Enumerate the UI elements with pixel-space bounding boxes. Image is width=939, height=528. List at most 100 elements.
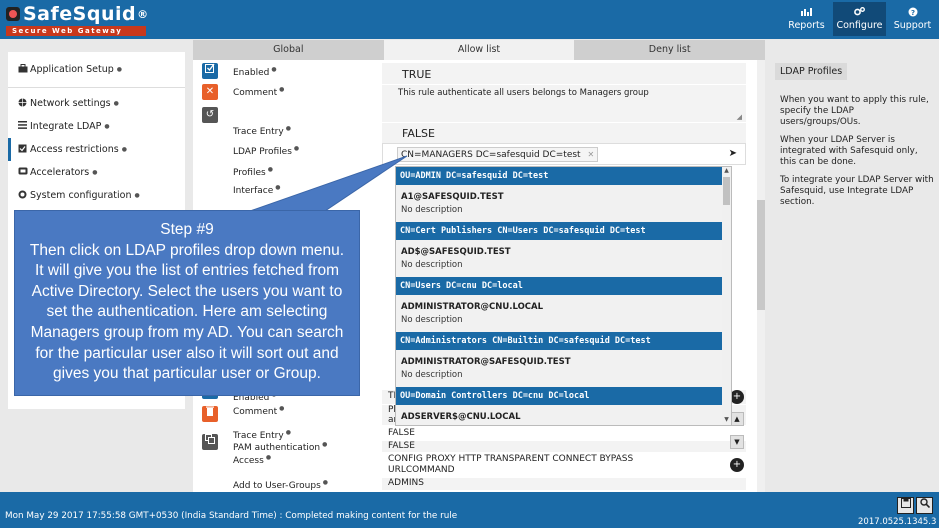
scroll-down-arrow-icon[interactable]: ▼	[722, 416, 731, 425]
delete-rule-button[interactable]	[202, 406, 218, 422]
dropdown-option[interactable]: ADMINISTRATOR@CNU.LOCAL No description	[396, 295, 731, 332]
scroll-up-arrow-icon[interactable]: ▲	[722, 167, 731, 176]
add-user-groups-field[interactable]: ADMINS	[382, 478, 746, 490]
option-name: ADMINISTRATOR@SAFESQUID.TEST	[401, 357, 571, 367]
sidebar-item-access-restrictions[interactable]: Access restrictions ●	[8, 138, 185, 161]
sidebar-item-system-configuration[interactable]: System configuration ●	[8, 184, 185, 207]
top-bar: SafeSquid ® Secure Web Gateway Reports C…	[0, 0, 939, 39]
option-name: ADMINISTRATOR@CNU.LOCAL	[401, 302, 544, 312]
trace-entry-field-2[interactable]: FALSE	[382, 428, 746, 439]
tab-deny-list[interactable]: Deny list	[574, 40, 766, 60]
ldap-profiles-label: LDAP Profiles ●	[233, 145, 300, 157]
pam-authentication-field[interactable]: FALSE	[382, 441, 746, 452]
option-name: ADSERVER$@CNU.LOCAL	[401, 412, 521, 422]
info-icon[interactable]: ●	[92, 169, 97, 176]
help-panel: LDAP Profiles When you want to apply thi…	[766, 52, 939, 492]
add-access-button[interactable]: +	[730, 458, 744, 472]
save-icon	[900, 498, 911, 508]
add-circle-button[interactable]: +	[730, 390, 744, 404]
nav-configure-label: Configure	[836, 20, 883, 31]
resize-handle-icon[interactable]: ◢	[737, 113, 742, 121]
add-user-groups-label: Add to User-Groups ●	[233, 479, 329, 491]
trace-entry-value-2: FALSE	[388, 428, 415, 438]
svg-text:?: ?	[910, 9, 914, 17]
dropdown-group-header: CN=Users DC=cnu DC=local	[396, 277, 731, 295]
copy-rule-button[interactable]	[202, 434, 218, 450]
globe-icon	[18, 98, 30, 110]
search-button[interactable]	[916, 497, 933, 514]
option-name: A1@SAFESQUID.TEST	[401, 192, 504, 202]
access-value-line1: CONFIG PROXY HTTP TRANSPARENT CONNECT BY…	[388, 454, 634, 464]
ldap-profile-chip[interactable]: CN=MANAGERS DC=safesquid DC=test ✕	[397, 147, 599, 162]
ldap-profiles-dropdown[interactable]: OU=ADMIN DC=safesquid DC=test A1@SAFESQU…	[395, 166, 732, 426]
nav-support-label: Support	[893, 20, 932, 31]
checkbox-icon	[18, 144, 30, 156]
chip-remove-icon[interactable]: ✕	[587, 150, 594, 159]
undo-icon: ↺	[205, 109, 215, 120]
tutorial-callout: Step #9 Then click on LDAP profiles drop…	[14, 210, 360, 396]
profiles-label: Profiles ●	[233, 166, 273, 178]
pam-authentication-value: FALSE	[388, 441, 415, 451]
send-icon[interactable]: ➤	[729, 148, 737, 159]
info-icon[interactable]: ●	[104, 123, 109, 130]
close-rule-button[interactable]: ✕	[202, 84, 218, 100]
nav-configure[interactable]: Configure	[833, 2, 886, 36]
enabled-label: Enabled ●	[233, 66, 277, 78]
dropdown-option[interactable]: AD$@SAFESQUID.TEST No description	[396, 240, 731, 277]
option-description: No description	[401, 205, 463, 215]
info-icon[interactable]: ●	[114, 100, 119, 107]
sidebar-item-network-settings[interactable]: Network settings ●	[8, 92, 185, 115]
brand-mark: ®	[137, 7, 149, 21]
option-description: No description	[401, 370, 463, 380]
save-button[interactable]	[897, 497, 914, 514]
sidebar-item-label: System configuration	[30, 190, 132, 201]
dropdown-scrollbar-thumb[interactable]	[723, 177, 730, 205]
sidebar-item-integrate-ldap[interactable]: Integrate LDAP ●	[8, 115, 185, 138]
trace-entry-label: Trace Entry ●	[233, 125, 291, 137]
ldap-profiles-input[interactable]: CN=MANAGERS DC=safesquid DC=test ✕ ➤	[382, 143, 746, 165]
help-paragraph-3: To integrate your LDAP Server with Safes…	[780, 175, 934, 207]
gears-icon	[833, 7, 886, 20]
dropdown-toggle-button[interactable]: ▼	[730, 435, 744, 449]
briefcase-icon	[18, 63, 30, 76]
dropdown-option[interactable]: ADSERVER$@CNU.LOCAL	[396, 405, 731, 425]
sidebar-item-label: Application Setup	[30, 64, 114, 75]
trace-entry-field[interactable]: FALSE	[382, 123, 746, 143]
brand-name: SafeSquid	[23, 3, 137, 25]
sidebar-item-accelerators[interactable]: Accelerators ●	[8, 161, 185, 184]
scroll-up-button[interactable]: ▲	[730, 412, 744, 426]
access-value-line2: URLCOMMAND	[388, 465, 455, 475]
nav-support[interactable]: ? Support	[886, 2, 939, 36]
access-label: Access ●	[233, 454, 272, 466]
nav-reports[interactable]: Reports	[780, 2, 833, 36]
top-nav: Reports Configure ? Support	[780, 2, 939, 36]
info-icon[interactable]: ●	[122, 146, 127, 153]
main-scrollbar[interactable]	[757, 60, 765, 492]
edit-rule-button[interactable]	[202, 63, 218, 79]
sidebar-item-application-setup[interactable]: Application Setup ●	[8, 52, 185, 88]
enabled-field[interactable]: TRUE	[382, 63, 746, 84]
copy-icon	[205, 434, 215, 444]
dropdown-option[interactable]: ADMINISTRATOR@SAFESQUID.TEST No descript…	[396, 350, 731, 387]
list-icon	[18, 121, 30, 132]
sidebar-item-label: Accelerators	[30, 167, 90, 178]
dropdown-scrollbar[interactable]: ▲ ▼	[722, 167, 731, 425]
tab-global[interactable]: Global	[193, 40, 384, 60]
option-name: AD$@SAFESQUID.TEST	[401, 247, 511, 257]
sidebar-item-label: Network settings	[30, 98, 111, 109]
info-icon[interactable]: ●	[134, 192, 139, 199]
main-scrollbar-thumb[interactable]	[757, 200, 765, 310]
access-field[interactable]: CONFIG PROXY HTTP TRANSPARENT CONNECT BY…	[382, 453, 746, 478]
help-paragraph-1: When you want to apply this rule, specif…	[780, 95, 929, 127]
undo-button[interactable]: ↺	[202, 107, 218, 123]
nav-reports-label: Reports	[788, 20, 825, 31]
dropdown-option[interactable]: A1@SAFESQUID.TEST No description	[396, 185, 731, 222]
logo-title: SafeSquid ®	[6, 3, 149, 25]
trace-entry-label-2: Trace Entry ●	[233, 429, 291, 441]
logo-tagline: Secure Web Gateway	[6, 26, 146, 36]
info-icon[interactable]: ●	[117, 66, 122, 73]
comment-field[interactable]: This rule authenticate all users belongs…	[382, 85, 746, 122]
safesquid-logo[interactable]: SafeSquid ® Secure Web Gateway	[6, 3, 149, 36]
search-icon	[919, 498, 930, 509]
tab-allow-list[interactable]: Allow list	[383, 40, 575, 60]
